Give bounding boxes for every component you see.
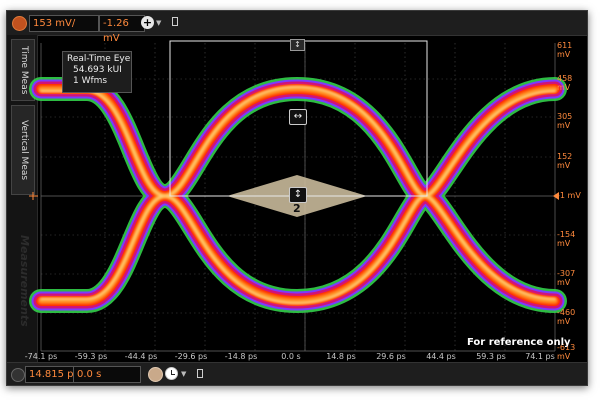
y-tick-label: 305 mV [557, 112, 573, 130]
x-tick-label: 44.4 ps [426, 352, 456, 361]
x-tick-label: -44.4 ps [124, 352, 158, 361]
dropdown-icon[interactable]: ▼ [181, 370, 186, 378]
record-icon[interactable] [148, 367, 163, 382]
info-waveform-count: 1 Wfms [73, 76, 108, 86]
x-tick-label: -74.1 ps [24, 352, 58, 361]
bottom-toolbar: 14.815 ps/ 0.0 s ▼ [7, 362, 587, 385]
y-tick-label: -307 mV [557, 269, 576, 287]
ground-marker-icon [29, 192, 38, 200]
horizontal-offset-field[interactable]: 0.0 s [73, 366, 141, 383]
zoom-handle-middle-icon[interactable]: ↔ [289, 109, 307, 125]
info-title: Real-Time Eye [67, 54, 131, 64]
cursor-label: 2 [293, 202, 301, 215]
y-tick-label: 458 mV [557, 74, 573, 92]
pin-icon[interactable] [197, 369, 203, 378]
scope-window: 153 mV/ -1.26 mV + ▼ Time Meas Vertical … [6, 10, 588, 386]
x-tick-label: -29.6 ps [174, 352, 208, 361]
eye-info-box[interactable]: Real-Time Eye 54.693 kUI 1 Wfms [62, 51, 132, 93]
x-tick-label: -59.3 ps [74, 352, 108, 361]
x-tick-label: 14.8 ps [326, 352, 356, 361]
x-tick-label: 74.1 ps [525, 352, 555, 361]
settings-icon[interactable] [11, 368, 25, 382]
clock-icon[interactable] [165, 367, 178, 380]
mask-handle-icon[interactable]: ↕ [289, 187, 307, 203]
reference-note: For reference only [467, 337, 571, 348]
y-tick-label: -154 mV [557, 230, 576, 248]
y-tick-label: 611 mV [557, 41, 573, 59]
info-ui-count: 54.693 kUI [73, 65, 122, 75]
y-tick-label: -460 mV [557, 308, 576, 326]
y-tick-label: -1 mV [557, 191, 581, 200]
x-tick-label: 59.3 ps [476, 352, 506, 361]
y-tick-label: 152 mV [557, 152, 573, 170]
x-tick-label: 0.0 s [281, 352, 301, 361]
x-tick-label: 29.6 ps [376, 352, 406, 361]
x-tick-label: -14.8 ps [224, 352, 258, 361]
zoom-handle-top-icon[interactable]: ↕ [290, 39, 305, 51]
